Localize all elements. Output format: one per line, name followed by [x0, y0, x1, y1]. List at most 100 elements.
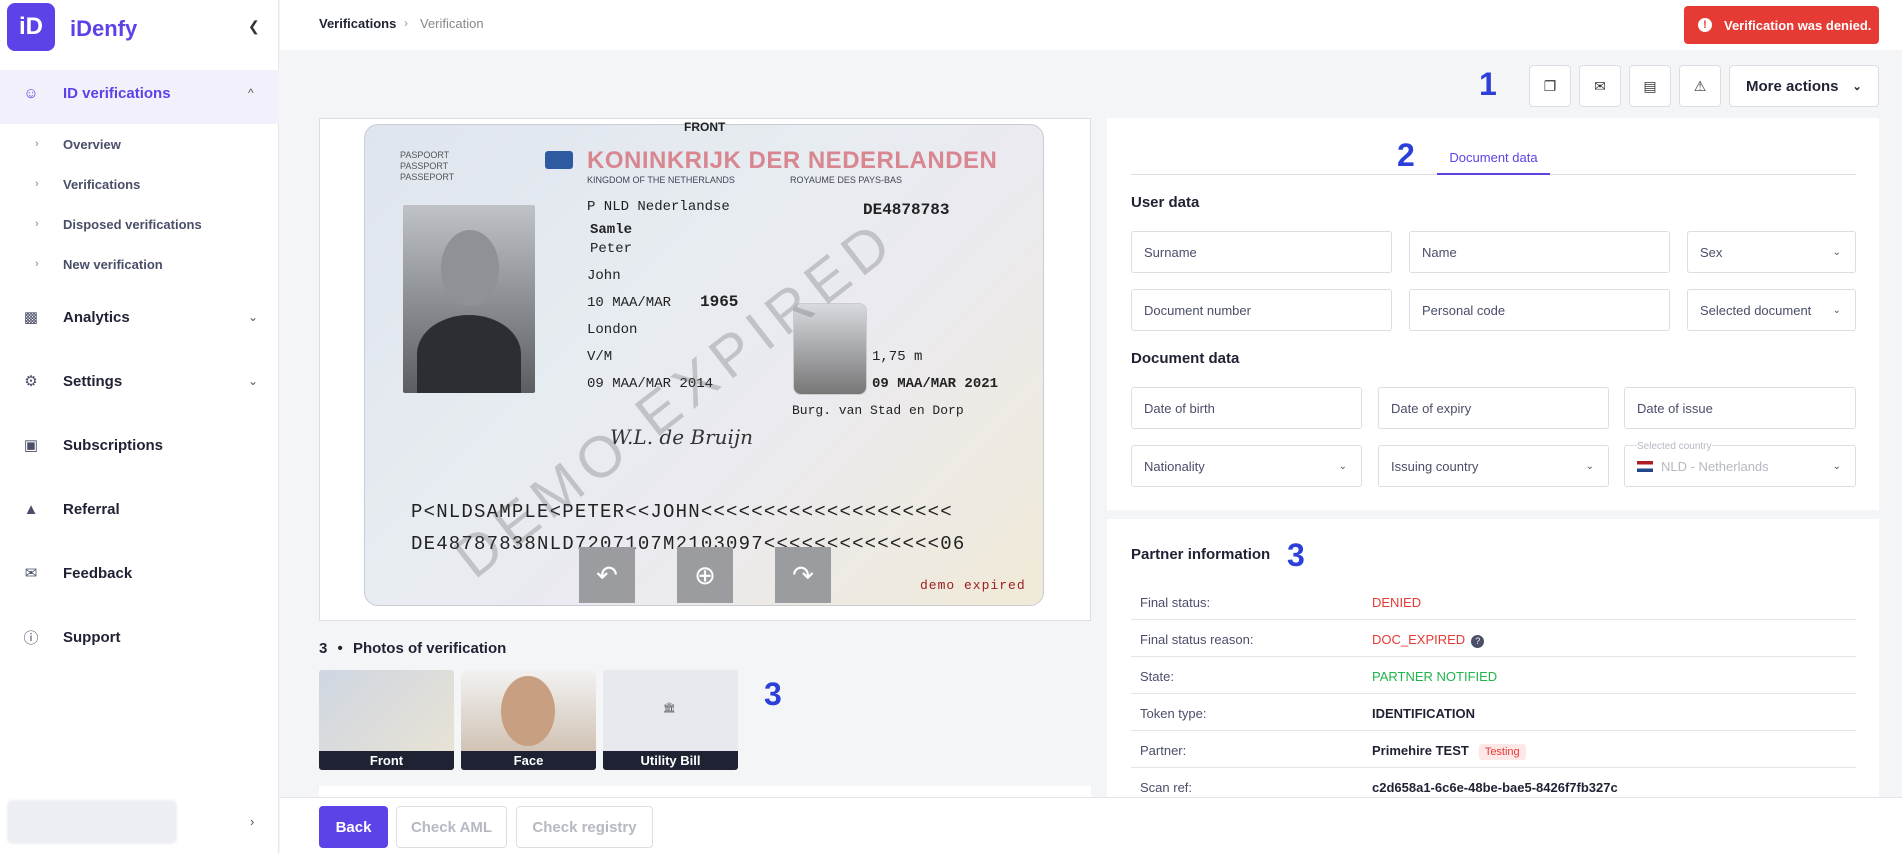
date-of-expiry-field[interactable]: Date of expiry: [1378, 387, 1609, 429]
passport-subtitle-right: ROYAUME DES PAYS-BAS: [790, 175, 903, 185]
denied-alert: ! Verification was denied.: [1684, 6, 1879, 44]
tab-document-data[interactable]: Document data: [1437, 150, 1550, 175]
sidebar-item-referral[interactable]: ▲ Referral: [0, 494, 279, 524]
final-status-value: DENIED: [1372, 595, 1422, 610]
info-row-state: State: PARTNER NOTIFIED: [1131, 657, 1856, 694]
sidebar: iD iDenfy ❮ ☺ ID verifications ^ › Overvi…: [0, 0, 279, 853]
date-of-birth-placeholder: Date of birth: [1144, 400, 1215, 416]
thumbnail-caption: Front: [319, 751, 454, 770]
date-of-birth-field[interactable]: Date of birth: [1131, 387, 1362, 429]
sidebar-item-label: Subscriptions: [63, 436, 164, 454]
file-icon: ▤: [1643, 77, 1657, 94]
chevron-right-icon: ›: [35, 178, 39, 190]
chevron-down-icon: ⌄: [248, 374, 259, 388]
passport-expiry: 09 MAA/MAR 2021: [872, 376, 999, 392]
breadcrumb-root[interactable]: Verifications: [319, 16, 396, 31]
thumbnail-caption: Utility Bill: [603, 751, 738, 770]
selected-document-select[interactable]: Selected document ⌄: [1687, 289, 1856, 331]
zoom-in-icon: ⊕: [694, 559, 716, 590]
collapse-sidebar-icon[interactable]: ❮: [248, 18, 260, 35]
sidebar-subitem-verifications[interactable]: › Verifications: [0, 171, 279, 197]
email-button[interactable]: ✉: [1579, 65, 1621, 107]
scan-ref-value[interactable]: c2d658a1-6c6e-48be-bae5-8426f7fb327c: [1372, 780, 1618, 795]
zoom-button[interactable]: ⊕: [677, 547, 733, 603]
surname-field[interactable]: Surname: [1131, 231, 1392, 273]
rocket-icon: ▲: [23, 500, 39, 518]
info-key: Scan ref:: [1140, 780, 1193, 795]
sidebar-subitem-new-verification[interactable]: › New verification: [0, 251, 279, 277]
mail-icon: ✉: [1594, 77, 1606, 94]
brand-name: iDenfy: [70, 16, 138, 41]
building-icon: 🏛: [663, 703, 676, 714]
sidebar-subitem-label: New verification: [63, 256, 163, 272]
passport-surname: Samle: [590, 222, 633, 238]
passport-authority: Burg. van Stad en Dorp: [792, 403, 964, 418]
chevron-down-icon: ⌄: [1832, 246, 1841, 258]
portrait-photo: [403, 205, 535, 393]
rotate-right-button[interactable]: ↷: [775, 547, 831, 603]
token-type-value: IDENTIFICATION: [1372, 706, 1476, 721]
thumbnail-utility-bill[interactable]: 🏛 Utility Bill: [603, 670, 738, 770]
user-profile-blurred[interactable]: [7, 800, 177, 844]
passport-pob: London: [587, 322, 638, 338]
thumbnail-front[interactable]: Front: [319, 670, 454, 770]
document-number-placeholder: Document number: [1144, 302, 1251, 318]
chevron-down-icon: ⌄: [1832, 304, 1841, 316]
sidebar-subitem-disposed[interactable]: › Disposed verifications: [0, 211, 279, 237]
sex-select[interactable]: Sex ⌄: [1687, 231, 1856, 273]
passport-subtitle-left: KINGDOM OF THE NETHERLANDS: [587, 175, 735, 185]
date-of-issue-placeholder: Date of issue: [1637, 400, 1713, 416]
chevron-right-icon[interactable]: ›: [250, 814, 254, 829]
side-label: FRONT: [684, 120, 726, 134]
personal-code-field[interactable]: Personal code: [1409, 289, 1670, 331]
info-row-final-status: Final status: DENIED: [1131, 583, 1856, 620]
info-row-token-type: Token type: IDENTIFICATION: [1131, 694, 1856, 731]
document-number-field[interactable]: Document number: [1131, 289, 1392, 331]
sidebar-item-id-verifications[interactable]: ☺ ID verifications ^: [0, 78, 279, 108]
help-icon[interactable]: ?: [1471, 635, 1485, 648]
idenfy-logo[interactable]: iD: [7, 3, 55, 51]
info-key: State:: [1140, 669, 1174, 684]
passport-type-lines: PASPOORT PASSPORT PASSEPORT: [400, 150, 455, 182]
sidebar-item-analytics[interactable]: ▩ Analytics ⌄: [0, 302, 279, 332]
back-button[interactable]: Back: [319, 806, 388, 848]
thumbnail-face[interactable]: Face: [461, 670, 596, 770]
rotate-left-button[interactable]: ↶: [579, 547, 635, 603]
check-registry-button[interactable]: Check registry: [516, 806, 653, 848]
copy-button[interactable]: ❐: [1529, 65, 1571, 107]
info-row-partner: Partner: Primehire TEST Testing: [1131, 731, 1856, 768]
issuing-country-select[interactable]: Issuing country ⌄: [1378, 445, 1609, 487]
sidebar-subitem-overview[interactable]: › Overview: [0, 131, 279, 157]
passport-given1: Peter: [590, 241, 633, 257]
breadcrumb-separator-icon: ›: [404, 16, 408, 30]
chevron-down-icon: ⌄: [1852, 80, 1862, 93]
name-field[interactable]: Name: [1409, 231, 1670, 273]
passport-dob: 10 MAA/MAR: [587, 295, 672, 311]
more-actions-dropdown[interactable]: More actions ⌄: [1729, 65, 1879, 107]
alarm-button[interactable]: ⚠: [1679, 65, 1721, 107]
chevron-down-icon: ⌄: [1832, 460, 1841, 472]
annotation-number: 3: [764, 676, 782, 712]
passport-title: KONINKRIJK DER NEDERLANDEN: [587, 147, 998, 174]
sidebar-item-label: ID verifications: [63, 84, 171, 102]
passport-image: PASPOORT PASSPORT PASSEPORT KONINKRIJK D…: [364, 124, 1044, 606]
passport-type-code: P NLD Nederlandse: [587, 199, 730, 215]
copy-icon: ❐: [1543, 77, 1557, 94]
check-aml-button[interactable]: Check AML: [396, 806, 507, 848]
date-of-issue-field[interactable]: Date of issue: [1624, 387, 1856, 429]
sex-placeholder: Sex: [1700, 244, 1723, 260]
monitor-icon: ▣: [23, 437, 39, 454]
chevron-right-icon: ›: [35, 258, 39, 270]
sidebar-item-settings[interactable]: ⚙ Settings ⌄: [0, 366, 279, 396]
document-button[interactable]: ▤: [1629, 65, 1671, 107]
sidebar-item-label: Analytics: [63, 308, 130, 326]
sidebar-item-feedback[interactable]: ✉ Feedback: [0, 558, 279, 588]
sidebar-subitem-label: Disposed verifications: [63, 216, 202, 232]
sidebar-item-subscriptions[interactable]: ▣ Subscriptions: [0, 430, 279, 460]
annotation-number: 1: [1479, 66, 1497, 102]
nationality-select[interactable]: Nationality ⌄: [1131, 445, 1362, 487]
info-icon: ⓘ: [23, 629, 39, 647]
info-key: Token type:: [1140, 706, 1207, 721]
chevron-down-icon: ⌄: [1585, 460, 1594, 472]
sidebar-item-support[interactable]: ⓘ Support: [0, 622, 279, 652]
